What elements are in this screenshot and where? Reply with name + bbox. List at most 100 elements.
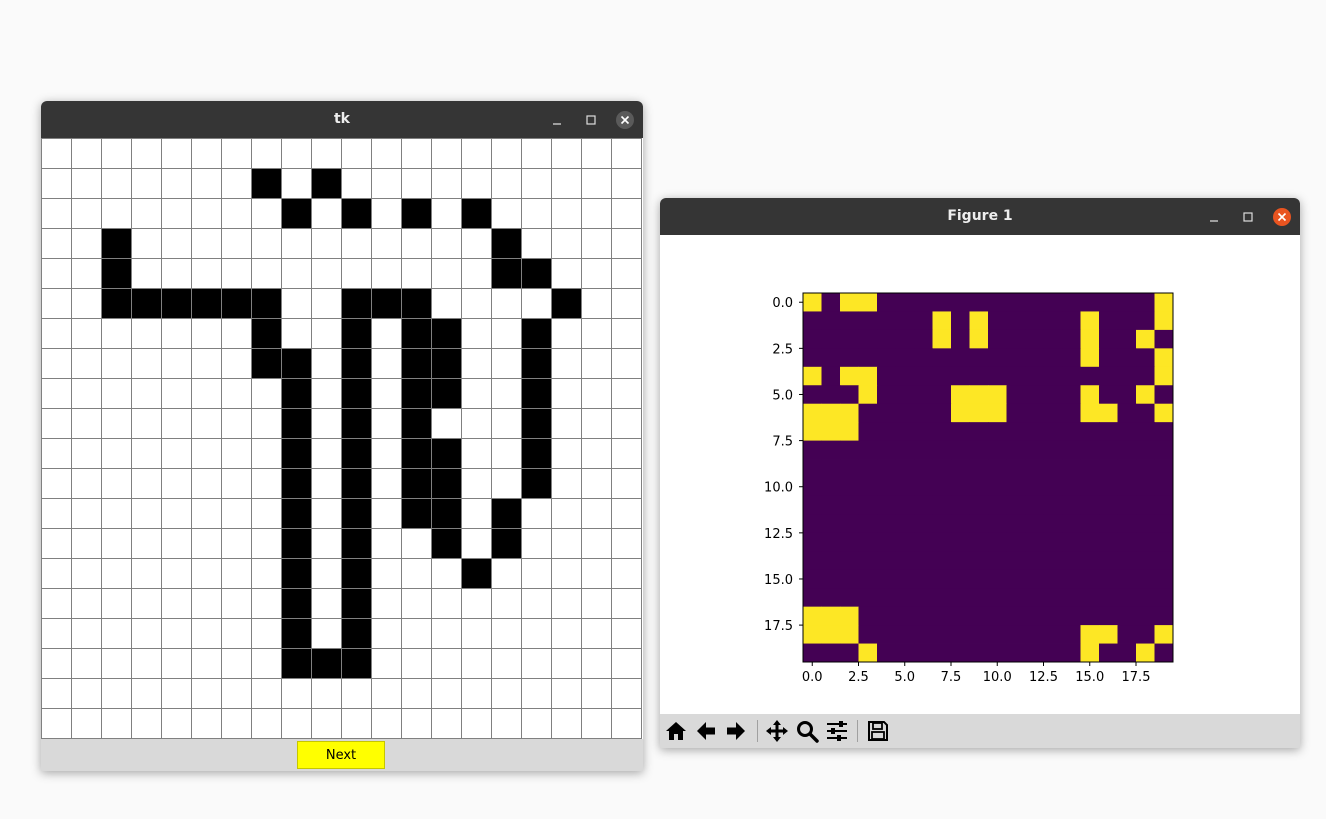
grid-cell[interactable] [341, 708, 372, 739]
grid-cell[interactable] [71, 498, 102, 529]
grid-cell[interactable] [191, 648, 222, 679]
grid-cell[interactable] [611, 378, 642, 409]
grid-cell[interactable] [401, 498, 432, 529]
grid-cell[interactable] [461, 558, 492, 589]
grid-cell[interactable] [101, 468, 132, 499]
grid-cell[interactable] [551, 288, 582, 319]
grid-cell[interactable] [281, 258, 312, 289]
grid-cell[interactable] [401, 678, 432, 709]
sliders-icon[interactable] [823, 717, 851, 745]
grid-cell[interactable] [431, 288, 462, 319]
grid-cell[interactable] [131, 258, 162, 289]
grid-cell[interactable] [251, 258, 282, 289]
grid-cell[interactable] [281, 378, 312, 409]
grid-cell[interactable] [611, 498, 642, 529]
grid-cell[interactable] [401, 528, 432, 559]
grid-cell[interactable] [161, 678, 192, 709]
grid-cell[interactable] [281, 198, 312, 229]
arrow-left-icon[interactable] [692, 717, 720, 745]
grid-cell[interactable] [131, 648, 162, 679]
grid-cell[interactable] [71, 528, 102, 559]
grid-cell[interactable] [431, 678, 462, 709]
grid-cell[interactable] [131, 198, 162, 229]
grid-cell[interactable] [401, 228, 432, 259]
grid-cell[interactable] [71, 138, 102, 169]
grid-cell[interactable] [161, 378, 192, 409]
grid-cell[interactable] [551, 438, 582, 469]
heatmap-plot[interactable]: 0.0 2.5 5.0 7.5 10.0 12.5 15.0 17.5 0.0 2.5 5.0 7.… [660, 235, 1300, 714]
grid-cell[interactable] [161, 168, 192, 199]
grid-cell[interactable] [311, 678, 342, 709]
grid-cell[interactable] [101, 498, 132, 529]
grid-cell[interactable] [281, 408, 312, 439]
grid-cell[interactable] [71, 168, 102, 199]
grid-cell[interactable] [371, 348, 402, 379]
grid-cell[interactable] [71, 348, 102, 379]
grid-cell[interactable] [431, 618, 462, 649]
grid-cell[interactable] [551, 258, 582, 289]
grid-cell[interactable] [401, 708, 432, 739]
grid-cell[interactable] [371, 528, 402, 559]
grid-cell[interactable] [401, 138, 432, 169]
grid-cell[interactable] [581, 228, 612, 259]
grid-cell[interactable] [161, 438, 192, 469]
grid-cell[interactable] [221, 528, 252, 559]
grid-cell[interactable] [41, 318, 72, 349]
grid-cell[interactable] [461, 648, 492, 679]
grid-cell[interactable] [101, 138, 132, 169]
grid-cell[interactable] [131, 228, 162, 259]
grid-cell[interactable] [491, 288, 522, 319]
grid-cell[interactable] [251, 138, 282, 169]
grid-cell[interactable] [551, 348, 582, 379]
grid-cell[interactable] [491, 678, 522, 709]
grid-cell[interactable] [461, 408, 492, 439]
grid-cell[interactable] [551, 228, 582, 259]
grid-cell[interactable] [611, 348, 642, 379]
grid-cell[interactable] [581, 618, 612, 649]
grid-cell[interactable] [101, 648, 132, 679]
grid-cell[interactable] [251, 708, 282, 739]
grid-cell[interactable] [521, 618, 552, 649]
grid-cell[interactable] [341, 228, 372, 259]
grid-cell[interactable] [521, 258, 552, 289]
grid-cell[interactable] [611, 408, 642, 439]
grid-cell[interactable] [41, 408, 72, 439]
grid-cell[interactable] [131, 558, 162, 589]
grid-cell[interactable] [101, 678, 132, 709]
grid-cell[interactable] [521, 228, 552, 259]
grid-cell[interactable] [521, 528, 552, 559]
grid-cell[interactable] [551, 708, 582, 739]
grid-cell[interactable] [161, 648, 192, 679]
grid-cell[interactable] [251, 348, 282, 379]
grid-cell[interactable] [131, 348, 162, 379]
grid-cell[interactable] [581, 348, 612, 379]
grid-cell[interactable] [191, 348, 222, 379]
grid-cell[interactable] [401, 348, 432, 379]
grid-cell[interactable] [431, 408, 462, 439]
grid-cell[interactable] [431, 168, 462, 199]
grid-cell[interactable] [611, 318, 642, 349]
grid-cell[interactable] [251, 228, 282, 259]
close-icon[interactable] [615, 110, 635, 130]
grid-cell[interactable] [401, 318, 432, 349]
grid-cell[interactable] [281, 168, 312, 199]
grid-cell[interactable] [431, 138, 462, 169]
grid-cell[interactable] [281, 528, 312, 559]
grid-cell[interactable] [581, 318, 612, 349]
grid-cell[interactable] [221, 138, 252, 169]
minimize-icon[interactable] [1204, 207, 1224, 227]
grid-cell[interactable] [341, 468, 372, 499]
grid-cell[interactable] [491, 528, 522, 559]
grid-cell[interactable] [461, 708, 492, 739]
grid-cell[interactable] [191, 528, 222, 559]
zoom-icon[interactable] [793, 717, 821, 745]
grid-cell[interactable] [131, 678, 162, 709]
grid-cell[interactable] [581, 708, 612, 739]
grid-cell[interactable] [611, 138, 642, 169]
grid-cell[interactable] [461, 138, 492, 169]
grid-cell[interactable] [581, 438, 612, 469]
grid-cell[interactable] [371, 498, 402, 529]
grid-cell[interactable] [371, 138, 402, 169]
grid-cell[interactable] [281, 438, 312, 469]
grid-cell[interactable] [341, 258, 372, 289]
